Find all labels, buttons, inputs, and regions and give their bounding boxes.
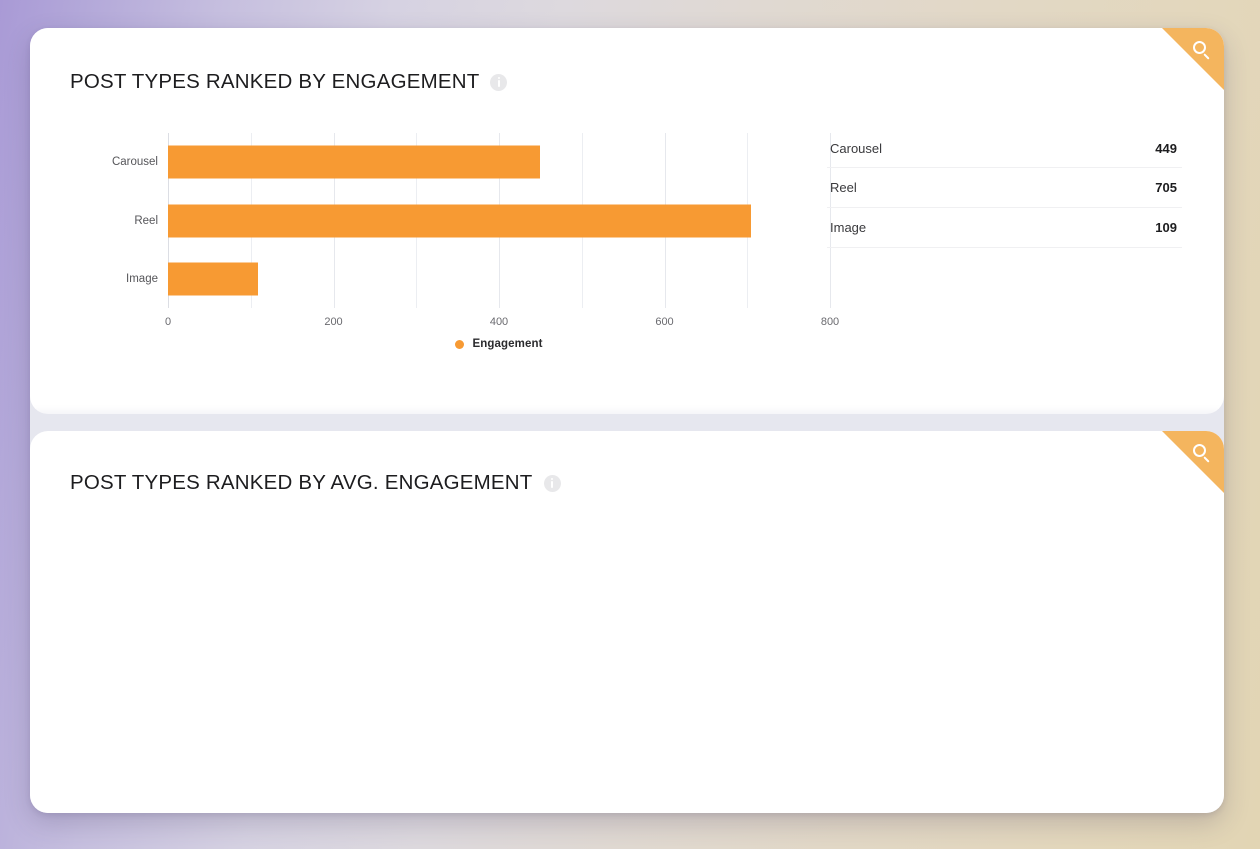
x-axis-tick-label: 600 — [655, 316, 674, 328]
search-icon-ring — [1193, 444, 1206, 457]
page-title: POST TYPES RANKED BY AVG. ENGAGEMENT — [70, 471, 533, 494]
value-row[interactable]: Reel 705 — [827, 168, 1182, 208]
search-icon-ring — [1193, 41, 1206, 54]
widget-card-engagement: POST TYPES RANKED BY ENGAGEMENT Carousel… — [30, 28, 1224, 414]
dashboard-stage: POST TYPES RANKED BY ENGAGEMENT Carousel… — [30, 28, 1224, 813]
widget-card-avg-engagement: POST TYPES RANKED BY AVG. ENGAGEMENT Car… — [30, 431, 1224, 813]
value-list-0: Carousel 449 Reel 705 Image 109 — [827, 128, 1182, 248]
plot-area-0 — [168, 133, 831, 308]
value-row-number: 109 — [1155, 220, 1177, 235]
bar-image[interactable] — [168, 262, 259, 296]
x-axis-0: 0 200 400 600 800 — [164, 308, 839, 334]
card-header-1: POST TYPES RANKED BY AVG. ENGAGEMENT — [70, 471, 561, 495]
page-title: POST TYPES RANKED BY ENGAGEMENT — [70, 70, 480, 93]
chart-container-0: Carousel Reel Image 0 200 400 600 800 Engageme… — [70, 133, 839, 350]
legend-label: Engagement — [472, 338, 543, 350]
y-axis-tick-label: Carousel — [111, 156, 158, 169]
value-row-label: Image — [830, 220, 867, 235]
bar-reel[interactable] — [168, 204, 752, 237]
info-icon[interactable] — [490, 73, 508, 91]
y-axis-tick-label: Reel — [134, 214, 158, 227]
value-row-label: Carousel — [830, 140, 883, 156]
y-axis-tick-label: Image — [126, 272, 158, 285]
x-axis-tick-label: 400 — [489, 316, 509, 328]
search-icon-handle — [1203, 456, 1210, 463]
chart-legend-0: Engagement — [168, 334, 830, 350]
x-axis-tick-label: 200 — [324, 316, 343, 328]
bars-0 — [168, 133, 830, 308]
bar-carousel[interactable] — [168, 145, 540, 179]
value-row-number: 705 — [1155, 180, 1177, 195]
value-row[interactable]: Image 109 — [827, 208, 1182, 248]
card-expand-search-corner-1[interactable] — [1162, 431, 1224, 493]
value-row[interactable]: Carousel 449 — [827, 128, 1182, 168]
plot-row-0: Carousel Reel Image — [70, 133, 831, 308]
card-header-0: POST TYPES RANKED BY ENGAGEMENT — [70, 70, 508, 94]
search-icon — [1193, 41, 1213, 61]
x-axis-tick-label: 800 — [820, 316, 840, 328]
x-axis-tick-label: 0 — [164, 316, 172, 328]
search-icon — [1193, 444, 1213, 464]
search-icon-handle — [1203, 53, 1210, 60]
y-axis-labels-0: Carousel Reel Image — [70, 133, 168, 308]
legend-dot-icon — [455, 339, 465, 349]
info-icon[interactable] — [543, 474, 561, 492]
card-expand-search-corner-0[interactable] — [1162, 28, 1224, 90]
value-row-label: Reel — [830, 180, 857, 195]
value-row-number: 449 — [1155, 140, 1177, 156]
